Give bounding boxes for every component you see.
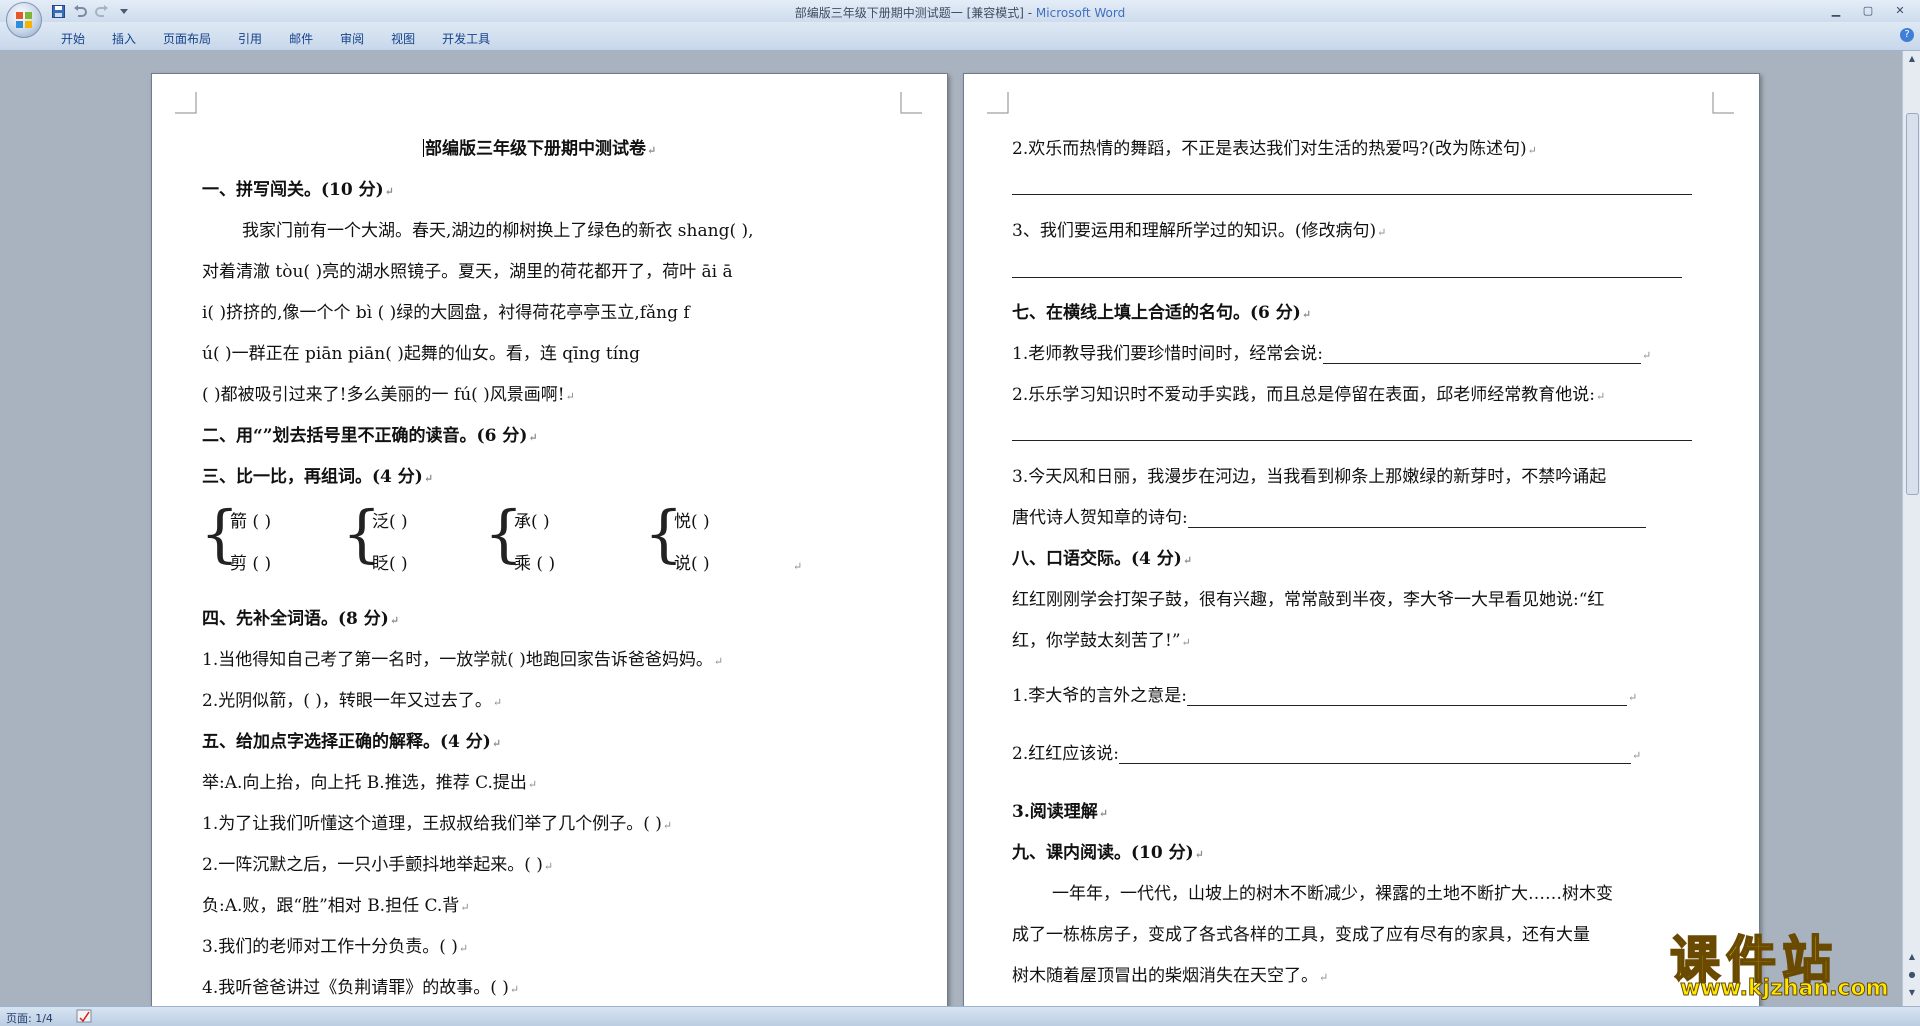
question-line: 1.为了让我们听懂这个道理，王叔叔给我们举了几个例子。( )↵ xyxy=(202,814,673,834)
ribbon-tab[interactable]: 邮件 xyxy=(278,28,324,49)
ribbon-tab[interactable]: 插入 xyxy=(101,28,147,49)
window-controls: ▁ ▢ ✕ xyxy=(1822,2,1914,19)
paragraph-line: 对着清澈 tòu( )亮的湖水照镜子。夏天，湖里的荷花都开了，荷叶 āi ā xyxy=(202,262,733,282)
document-title: 部编版三年级下册期中测试卷↵ xyxy=(423,139,657,159)
pair-bottom: 眨( ) xyxy=(372,554,408,574)
ribbon-tab[interactable]: 视图 xyxy=(380,28,426,49)
crop-mark-icon xyxy=(175,92,197,114)
section-heading: 一、拼写闯关。(10 分)↵ xyxy=(202,180,394,200)
scroll-thumb[interactable] xyxy=(1906,113,1919,495)
watermark-url: www.kjzhan.com xyxy=(1680,976,1890,1002)
answer-line[interactable] xyxy=(1012,440,1692,441)
answer-blank[interactable] xyxy=(1322,347,1641,364)
pair-bottom: 说( ) xyxy=(674,554,710,574)
section-heading: 三、比一比，再组词。(4 分)↵ xyxy=(202,467,434,487)
app-name: Microsoft Word xyxy=(1035,6,1126,20)
answer-line[interactable] xyxy=(1012,277,1682,278)
pair-bottom: 乘 ( ) xyxy=(514,554,556,574)
section-note: 3.阅读理解↵ xyxy=(1012,802,1108,822)
ribbon-tab[interactable]: 页面布局 xyxy=(152,28,222,49)
office-logo-icon xyxy=(16,12,32,28)
option-line: 举:A.向上抬，向上托 B.推选，推荐 C.提出↵ xyxy=(202,773,538,793)
crop-mark-icon xyxy=(900,92,922,114)
answer-blank[interactable] xyxy=(1187,511,1646,528)
paragraph-line: ( )都被吸引过来了!多么美丽的一 fú( )风景画啊!↵ xyxy=(202,385,575,405)
question-line: 2.一阵沉默之后，一只小手颤抖地举起来。( )↵ xyxy=(202,855,554,875)
question-line: 2.红红应该说: ↵ xyxy=(1012,744,1642,764)
office-button[interactable] xyxy=(6,2,42,38)
help-icon[interactable]: ? xyxy=(1900,28,1914,42)
pair-bottom: 剪 ( ) xyxy=(230,554,272,574)
paragraph-line: 一年年，一代代，山坡上的树木不断减少，裸露的土地不断扩大……树木变 xyxy=(1052,884,1613,904)
question-line: 2.光阴似箭，( )，转眼一年又过去了。↵ xyxy=(202,691,503,711)
paragraph-line: ú( )一群正在 piān piān( )起舞的仙女。看，连 qīng tíng xyxy=(202,344,640,364)
section-heading: 七、在横线上填上合适的名句。(6 分)↵ xyxy=(1012,303,1312,323)
window-title: 部编版三年级下册期中测试题一 [兼容模式] - Microsoft Word xyxy=(0,4,1920,21)
paragraph-line: 成了一栋栋房子，变成了各式各样的工具，变成了应有尽有的家具，还有大量 xyxy=(1012,925,1590,945)
crop-mark-icon xyxy=(1712,92,1734,114)
paragraph-line: i( )挤挤的,像一个个 bì ( )绿的大圆盘，衬得荷花亭亭玉立,fǎng f xyxy=(202,303,690,323)
question-line: 3.我们的老师对工作十分负责。( )↵ xyxy=(202,937,469,957)
question-line: 3.今天风和日丽，我漫步在河边，当我看到柳条上那嫩绿的新芽时，不禁吟诵起 xyxy=(1012,467,1607,487)
paragraph-line: 红，你学鼓太刻苦了!”↵ xyxy=(1012,631,1191,651)
document-name: 部编版三年级下册期中测试题一 [兼容模式] - xyxy=(794,6,1036,20)
answer-blank[interactable] xyxy=(1186,689,1627,706)
previous-page-icon[interactable]: ▲ xyxy=(1906,951,1918,963)
question-line: 2.欢乐而热情的舞蹈，不正是表达我们对生活的热爱吗?(改为陈述句)↵ xyxy=(1012,139,1537,159)
pair-top: 悦( ) xyxy=(674,512,710,532)
ribbon-tab[interactable]: 开发工具 xyxy=(431,28,501,49)
paragraph-line: 树木随着屋顶冒出的柴烟消失在天空了。↵ xyxy=(1012,966,1329,986)
pair-top: 箭 ( ) xyxy=(230,512,272,532)
title-bar: 部编版三年级下册期中测试题一 [兼容模式] - Microsoft Word ▁… xyxy=(0,0,1920,38)
section-heading: 八、口语交际。(4 分)↵ xyxy=(1012,549,1193,569)
browse-object-icon[interactable]: ● xyxy=(1906,969,1918,981)
maximize-icon[interactable]: ▢ xyxy=(1854,2,1882,19)
document-page-2[interactable]: 2.欢乐而热情的舞蹈，不正是表达我们对生活的热爱吗?(改为陈述句)↵ 3、我们要… xyxy=(963,73,1760,1015)
section-heading: 五、给加点字选择正确的解释。(4 分)↵ xyxy=(202,732,502,752)
section-heading: 九、课内阅读。(10 分)↵ xyxy=(1012,843,1204,863)
section-heading: 四、先补全词语。(8 分)↵ xyxy=(202,609,400,629)
ribbon-tab[interactable]: 引用 xyxy=(227,28,273,49)
pair-top: 承( ) xyxy=(514,512,550,532)
document-page-1[interactable]: 部编版三年级下册期中测试卷↵ 一、拼写闯关。(10 分)↵ 我家门前有一个大湖。… xyxy=(151,73,948,1015)
next-page-icon[interactable]: ▼ xyxy=(1906,987,1918,999)
paragraph-line: 我家门前有一个大湖。春天,湖边的柳树换上了绿色的新衣 shang( ), xyxy=(242,221,754,241)
ribbon-tab[interactable]: 开始 xyxy=(50,28,96,49)
minimize-icon[interactable]: ▁ xyxy=(1822,2,1850,19)
proofing-icon[interactable] xyxy=(76,1009,92,1023)
crop-mark-icon xyxy=(987,92,1009,114)
answer-blank[interactable] xyxy=(1118,747,1631,764)
question-line: 唐代诗人贺知章的诗句: xyxy=(1012,503,1646,528)
question-line: 1.当他得知自己考了第一名时，一放学就( )地跑回家告诉爸爸妈妈。↵ xyxy=(202,650,724,670)
ribbon-tab[interactable]: 审阅 xyxy=(329,28,375,49)
ribbon: 开始 插入 页面布局 引用 邮件 审阅 视图 开发工具 ? xyxy=(0,22,1920,51)
pair-top: 泛( ) xyxy=(372,512,408,532)
option-line: 负:A.败，跟“胜”相对 B.担任 C.背↵ xyxy=(202,896,470,916)
question-line: 1.老师教导我们要珍惜时间时，经常会说: ↵ xyxy=(1012,344,1652,364)
question-line: 4.我听爸爸讲过《负荆请罪》的故事。( )↵ xyxy=(202,978,520,998)
section-heading: 二、用“”划去括号里不正确的读音。(6 分)↵ xyxy=(202,426,538,446)
paragraph-line: 红红刚刚学会打架子鼓，很有兴趣，常常敲到半夜，李大爷一大早看见她说:“红 xyxy=(1012,590,1605,610)
scroll-up-icon[interactable]: ▲ xyxy=(1906,53,1918,65)
status-bar: 页面: 1/4 xyxy=(0,1006,1920,1026)
text-cursor xyxy=(423,139,424,157)
question-line: 1.李大爷的言外之意是: ↵ xyxy=(1012,686,1638,706)
question-line: 3、我们要运用和理解所学过的知识。(修改病句)↵ xyxy=(1012,221,1387,241)
ribbon-tabs: 开始 插入 页面布局 引用 邮件 审阅 视图 开发工具 xyxy=(50,28,506,49)
page-indicator[interactable]: 页面: 1/4 xyxy=(6,1010,53,1026)
close-icon[interactable]: ✕ xyxy=(1886,2,1914,19)
vertical-scrollbar[interactable]: ▲ ▲ ● ▼ xyxy=(1902,51,1920,1006)
site-watermark: 课件站 www.kjzhan.com xyxy=(1668,920,1900,1006)
answer-line[interactable] xyxy=(1012,194,1692,195)
question-line: 2.乐乐学习知识时不爱动手实践，而且总是停留在表面，邱老师经常教育他说:↵ xyxy=(1012,385,1606,405)
